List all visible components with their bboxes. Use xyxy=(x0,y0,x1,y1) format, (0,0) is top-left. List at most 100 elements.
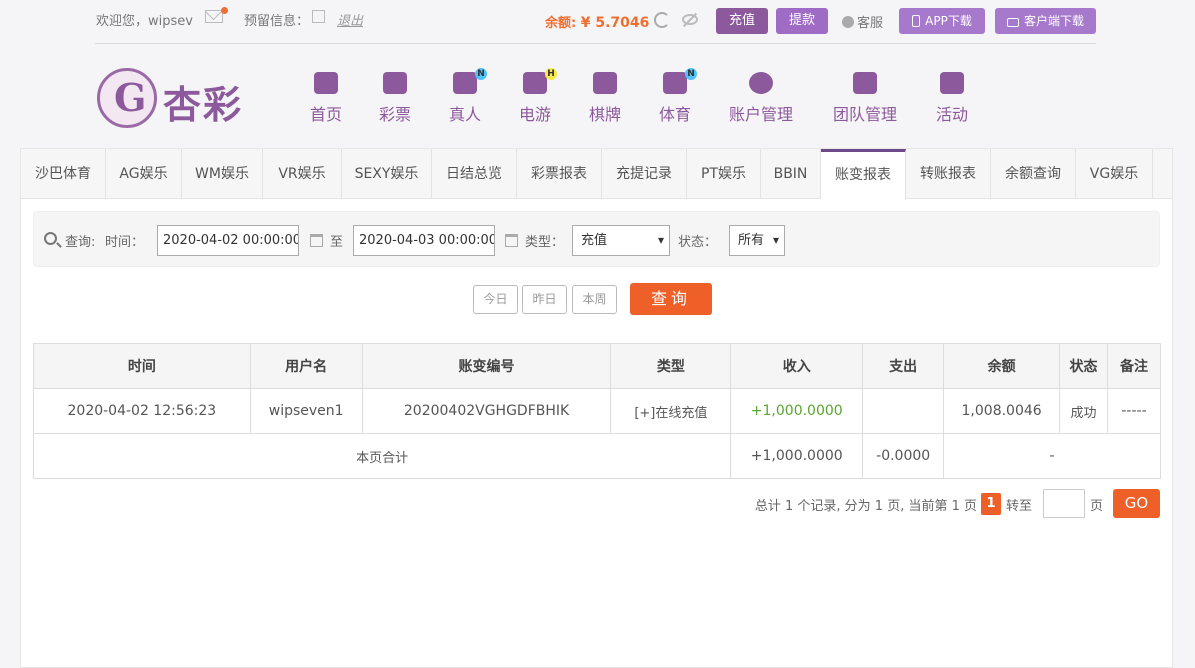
nav-lottery[interactable]: 彩票 xyxy=(379,72,411,125)
client-download-label: 客户端下载 xyxy=(1023,14,1084,28)
today-button[interactable]: 今日 xyxy=(473,285,518,314)
report-tabs: 沙巴体育 AG娱乐 WM娱乐 VR娱乐 SEXY娱乐 日结总览 彩票报表 充提记… xyxy=(21,149,1172,200)
welcome-text: 欢迎您，wipsev xyxy=(96,10,193,29)
end-time-input[interactable] xyxy=(353,225,495,256)
table-header-row: 时间 用户名 账变编号 类型 收入 支出 余额 状态 备注 xyxy=(33,343,1161,389)
type-select[interactable]: 充值 xyxy=(572,225,670,256)
nav-promotions[interactable]: 活动 xyxy=(936,72,968,125)
tab-deposit-records[interactable]: 充提记录 xyxy=(602,149,687,199)
tab-lottery-report[interactable]: 彩票报表 xyxy=(517,149,602,199)
deposit-button[interactable]: 充值 xyxy=(716,8,768,34)
headset-icon xyxy=(842,16,854,28)
go-button[interactable]: GO xyxy=(1113,489,1160,518)
nav-account[interactable]: 账户管理 xyxy=(729,72,793,125)
col-username: 用户名 xyxy=(249,343,363,389)
app-download-label: APP下载 xyxy=(925,14,972,28)
tab-bbin[interactable]: BBIN xyxy=(761,149,821,199)
cards-icon xyxy=(593,72,617,94)
team-icon xyxy=(853,72,877,94)
cell-status: 成功 xyxy=(1059,388,1108,434)
balance-value: ¥ 5.7046 xyxy=(580,15,650,31)
goto-label: 转至 xyxy=(1006,499,1033,514)
current-page-button[interactable]: 1 xyxy=(981,493,1001,515)
type-label: 类型： xyxy=(525,235,565,250)
monitor-icon xyxy=(1006,18,1019,27)
calendar-icon[interactable] xyxy=(505,234,518,247)
page-number-input[interactable] xyxy=(1043,489,1085,518)
withdraw-button[interactable]: 提款 xyxy=(776,8,828,34)
cell-time: 2020-04-02 12:56:23 xyxy=(33,388,251,434)
tab-pt[interactable]: PT娱乐 xyxy=(687,149,761,199)
mail-icon[interactable] xyxy=(205,7,228,23)
account-change-table: 时间 用户名 账变编号 类型 收入 支出 余额 状态 备注 2020-04-02… xyxy=(32,343,1161,479)
tab-wm[interactable]: WM娱乐 xyxy=(182,149,263,199)
app-download-button[interactable]: APP下载 xyxy=(899,8,985,34)
summary-income: +1,000.0000 xyxy=(730,433,864,479)
tab-sexy[interactable]: SEXY娱乐 xyxy=(342,149,432,199)
cell-income: +1,000.0000 xyxy=(730,388,864,434)
balance: 余额: ¥ 5.7046 xyxy=(545,12,649,31)
to-label: 至 xyxy=(330,235,344,250)
summary-row: 本页合计 +1,000.0000 -0.0000 - xyxy=(32,433,1161,479)
report-panel: 沙巴体育 AG娱乐 WM娱乐 VR娱乐 SEXY娱乐 日结总览 彩票报表 充提记… xyxy=(20,148,1173,668)
yesterday-button[interactable]: 昨日 xyxy=(522,285,567,314)
nav-label: 账户管理 xyxy=(729,105,794,124)
customer-service-link[interactable]: 客服 xyxy=(842,12,883,31)
cell-expense xyxy=(862,388,945,434)
calendar-icon[interactable] xyxy=(310,234,323,247)
tab-vg[interactable]: VG娱乐 xyxy=(1076,149,1153,199)
tab-transfer-report[interactable]: 转账报表 xyxy=(906,149,991,199)
nav-label: 电游 xyxy=(519,105,552,124)
refresh-icon[interactable] xyxy=(654,12,670,28)
new-badge: N xyxy=(685,68,697,80)
nav-label: 棋牌 xyxy=(589,105,622,124)
nav-team[interactable]: 团队管理 xyxy=(833,72,897,125)
service-label: 客服 xyxy=(857,16,884,31)
yen-icon xyxy=(749,72,773,94)
nav-live[interactable]: N 真人 xyxy=(449,68,487,125)
pagination: 总计 1 个记录, 分为 1 页, 当前第 1 页 1 转至 页 GO xyxy=(21,489,1172,519)
username: wipsev xyxy=(148,14,193,29)
gift-icon xyxy=(940,72,964,94)
cell-type: [+]在线充值 xyxy=(610,388,732,434)
new-badge: N xyxy=(475,68,487,80)
summary-expense: -0.0000 xyxy=(862,433,945,479)
status-select[interactable]: 所有 xyxy=(729,225,785,256)
page-unit-label: 页 xyxy=(1090,499,1104,514)
col-status: 状态 xyxy=(1059,343,1108,389)
col-change-id: 账变编号 xyxy=(361,343,612,389)
nav-label: 活动 xyxy=(936,105,969,124)
table-row: 2020-04-02 12:56:23 wipseven1 20200402VG… xyxy=(33,388,1161,434)
phone-icon xyxy=(912,15,921,27)
home-icon xyxy=(314,72,338,94)
col-expense: 支出 xyxy=(862,343,945,389)
welcome-label: 欢迎您， xyxy=(96,14,149,29)
tab-saba-sports[interactable]: 沙巴体育 xyxy=(21,149,106,199)
tab-balance-query[interactable]: 余额查询 xyxy=(991,149,1076,199)
client-download-button[interactable]: 客户端下载 xyxy=(995,8,1096,34)
nav-label: 体育 xyxy=(659,105,692,124)
tab-vr[interactable]: VR娱乐 xyxy=(263,149,342,199)
cell-note: ----- xyxy=(1107,388,1161,434)
nav-home[interactable]: 首页 xyxy=(310,72,342,125)
this-week-button[interactable]: 本周 xyxy=(572,285,617,314)
nav-chess[interactable]: 棋牌 xyxy=(589,72,621,125)
summary-label: 本页合计 xyxy=(32,433,732,479)
tab-account-change[interactable]: 账变报表 xyxy=(821,149,906,200)
col-income: 收入 xyxy=(730,343,864,389)
reserve-info-label: 预留信息： xyxy=(244,14,310,29)
pagination-summary: 总计 1 个记录, 分为 1 页, 当前第 1 页 xyxy=(754,499,977,514)
nav-sports[interactable]: N 体育 xyxy=(659,68,697,125)
tab-daily-overview[interactable]: 日结总览 xyxy=(432,149,517,199)
filter-bar: 查询: 时间： 至 类型： 充值 状态： 所有 xyxy=(33,211,1160,267)
logout-link[interactable]: 退出 xyxy=(337,10,363,29)
edit-icon[interactable] xyxy=(312,10,325,23)
start-time-input[interactable] xyxy=(157,225,299,256)
hide-balance-icon[interactable] xyxy=(682,14,698,25)
nav-egames[interactable]: H 电游 xyxy=(519,68,557,125)
site-logo[interactable]: 杏彩 xyxy=(97,68,247,128)
col-type: 类型 xyxy=(610,343,732,389)
tab-ag[interactable]: AG娱乐 xyxy=(106,149,182,199)
hot-badge: H xyxy=(545,68,557,80)
search-button[interactable]: 查询 xyxy=(630,283,712,315)
